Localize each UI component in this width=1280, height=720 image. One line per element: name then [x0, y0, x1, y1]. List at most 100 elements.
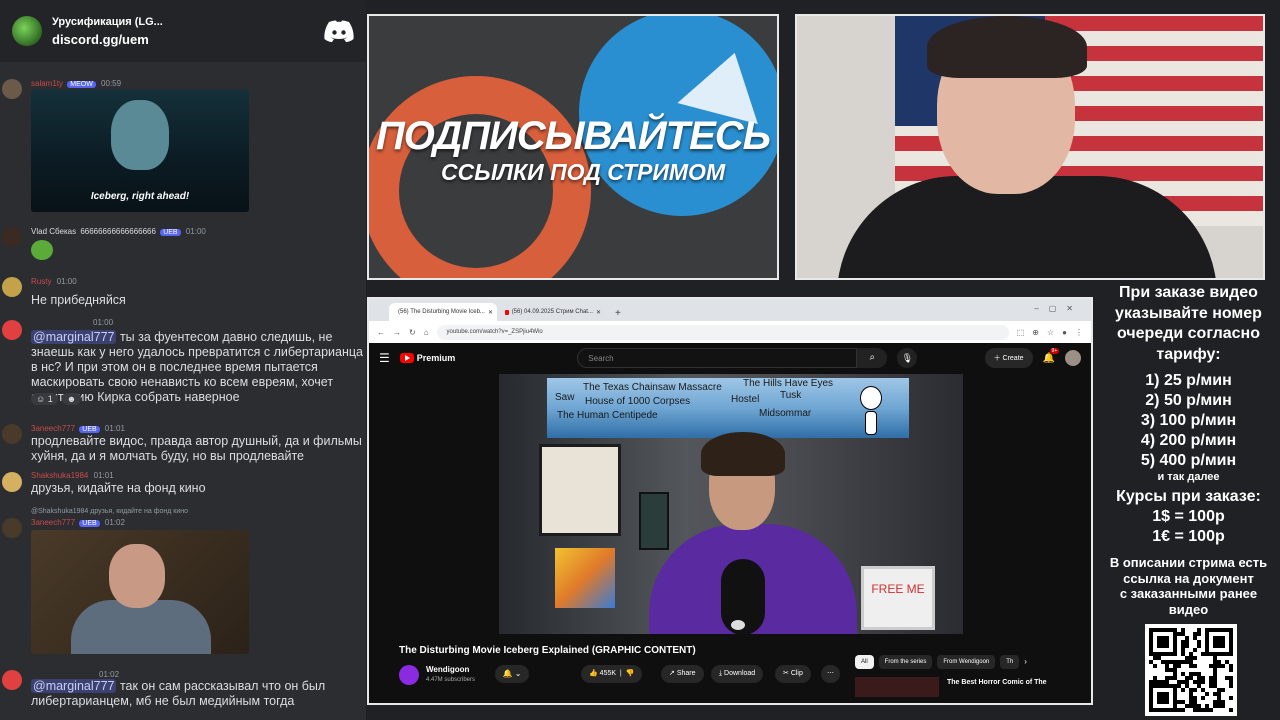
- order-line: очереди согласно: [1116, 325, 1260, 342]
- gif-person-body: [71, 600, 211, 654]
- like-button[interactable]: 👍 455K | 👎: [581, 665, 643, 683]
- create-button[interactable]: ＋ Create: [984, 348, 1033, 368]
- message-meta: 3aneech777 UEB 01:01: [31, 424, 125, 433]
- back-icon[interactable]: ←: [377, 328, 385, 337]
- description-note: ссылка на документ: [1123, 570, 1254, 586]
- timestamp: 01:00: [93, 318, 114, 327]
- avatar[interactable]: [2, 518, 22, 538]
- tariff-line: 3) 100 р/мин: [1140, 412, 1237, 429]
- download-label: Download: [724, 670, 756, 677]
- reply-reference[interactable]: @Shakshuka1984 друзья, кидайте на фонд к…: [31, 508, 188, 515]
- recommended-thumbnail[interactable]: [855, 677, 939, 697]
- server-invite[interactable]: discord.gg/uem: [52, 32, 314, 47]
- rates-title: Курсы при заказе:: [1116, 488, 1261, 505]
- profile-icon[interactable]: ●: [1062, 328, 1067, 337]
- search-input[interactable]: Search: [577, 348, 858, 368]
- browser-tab[interactable]: (56) 04.09.2025 Стрим Chat... ✕: [499, 303, 607, 321]
- username[interactable]: Rusty: [31, 277, 51, 286]
- avatar[interactable]: [2, 424, 22, 444]
- add-reaction-icon[interactable]: ☻: [61, 393, 82, 405]
- stick-figure-head: [860, 386, 882, 410]
- role-badge: MEOW: [67, 81, 96, 88]
- bookmark-icon[interactable]: ☆: [1047, 328, 1054, 337]
- role-badge: UEB: [160, 229, 181, 236]
- notifications-bell-icon[interactable]: 🔔 9+: [1043, 347, 1060, 364]
- avatar[interactable]: [2, 277, 22, 297]
- close-tab-icon[interactable]: ✕: [488, 309, 493, 316]
- close-tab-icon[interactable]: ✕: [596, 309, 601, 316]
- message-meta: Rusty 01:00: [31, 277, 77, 286]
- reaction-gif[interactable]: [31, 530, 249, 654]
- new-tab-icon[interactable]: +: [609, 308, 627, 321]
- username[interactable]: Shakshuka1984: [31, 471, 88, 480]
- order-line: При заказе видео: [1119, 284, 1258, 301]
- microphone-icon[interactable]: 🎙: [897, 348, 918, 368]
- server-icon: [12, 16, 42, 46]
- wall-poster: [539, 444, 621, 536]
- chip-more[interactable]: Th: [1000, 655, 1020, 669]
- account-avatar[interactable]: [1065, 350, 1081, 366]
- iceberg-banner: Saw The Texas Chainsaw Massacre The Hill…: [547, 378, 909, 438]
- reaction-count: 1: [47, 394, 53, 404]
- timestamp: 01:02: [99, 670, 120, 679]
- hamburger-menu-icon[interactable]: ☰: [379, 351, 390, 365]
- presenter-hair: [701, 432, 785, 476]
- channel-avatar[interactable]: [399, 665, 419, 685]
- discord-avatar[interactable]: [2, 320, 22, 340]
- mic-logo: [731, 620, 745, 630]
- search-icon[interactable]: ⌕: [857, 348, 888, 368]
- username[interactable]: 3aneech777: [31, 518, 75, 527]
- subscriber-count: 4.47M subscribers: [426, 677, 476, 683]
- user-mention[interactable]: @marginal777: [31, 679, 117, 693]
- server-header[interactable]: Урусификация (LG... discord.gg/uem: [0, 0, 366, 62]
- download-button[interactable]: ⤓ Download: [711, 665, 764, 683]
- recommendation-chips: All From the series From Wendigoon Th ›: [855, 655, 1027, 669]
- youtube-logo[interactable]: Premium: [399, 353, 456, 363]
- message-text: Не прибедняйся: [31, 293, 366, 308]
- logo-text: Premium: [416, 353, 456, 363]
- share-label: Share: [676, 670, 696, 677]
- message-text: друзья, кидайте на фонд кино: [31, 481, 206, 495]
- avatar[interactable]: [2, 472, 22, 492]
- message-text: продлевайте видос, правда автор душный, …: [31, 434, 362, 463]
- video-player[interactable]: Saw The Texas Chainsaw Massacre The Hill…: [499, 374, 963, 634]
- window-controls[interactable]: –▢✕: [1034, 304, 1083, 313]
- channel-name[interactable]: Wendigoon: [426, 665, 469, 674]
- more-actions-icon[interactable]: ⋯: [821, 665, 840, 683]
- description-note: В описании стрима есть: [1109, 555, 1268, 570]
- avatar[interactable]: [2, 227, 22, 247]
- menu-icon[interactable]: ⋮: [1075, 328, 1083, 337]
- tariff-line: 5) 400 р/мин: [1140, 452, 1237, 469]
- recommended-title[interactable]: The Best Horror Comic of The: [947, 679, 1047, 686]
- chip-channel[interactable]: From Wendigoon: [937, 655, 996, 669]
- album-cover: [555, 548, 615, 608]
- order-line: тарифу:: [1156, 345, 1221, 363]
- browser-tab[interactable]: (56) The Disturbing Movie Iceb... ✕: [389, 303, 497, 321]
- subscription-bell-button[interactable]: 🔔 ⌄: [495, 665, 529, 683]
- user-mention[interactable]: @marginal777: [31, 330, 117, 344]
- username[interactable]: Vlad Сбекаs: [31, 227, 76, 236]
- chip-series[interactable]: From the series: [878, 655, 933, 669]
- iceberg-gif[interactable]: Iceberg, right ahead!: [31, 90, 249, 212]
- extensions-icon[interactable]: ⬚: [1017, 328, 1025, 337]
- youtube-header: ☰ Premium Search ⌕ 🎙 ＋ Create 🔔 9+: [369, 343, 1091, 373]
- chevron-right-icon[interactable]: ›: [1024, 655, 1027, 669]
- address-bar[interactable]: youtube.com/watch?v=_ZSPjiu4Wlo: [436, 324, 1009, 340]
- username[interactable]: 3aneech777: [31, 424, 75, 433]
- chip-all[interactable]: All: [855, 655, 874, 669]
- youtube-favicon-icon: [505, 309, 509, 315]
- username[interactable]: salam1ty: [31, 79, 63, 88]
- forward-icon[interactable]: →: [393, 328, 401, 337]
- gif-caption: Iceberg, right ahead!: [90, 191, 190, 202]
- clip-label: Clip: [790, 670, 803, 677]
- share-button[interactable]: ↗ Share: [661, 665, 704, 683]
- zoom-icon[interactable]: ⊕: [1032, 328, 1039, 337]
- reload-icon[interactable]: ↻: [409, 328, 416, 337]
- avatar[interactable]: [2, 79, 22, 99]
- home-icon[interactable]: ⌂: [424, 328, 429, 337]
- timestamp: 01:00: [56, 277, 77, 286]
- clip-button[interactable]: ✂ Clip: [775, 665, 811, 683]
- discord-avatar[interactable]: [2, 670, 22, 690]
- tariff-line: 4) 200 р/мин: [1140, 432, 1237, 449]
- reaction-emoji[interactable]: ☺ 1: [31, 393, 58, 405]
